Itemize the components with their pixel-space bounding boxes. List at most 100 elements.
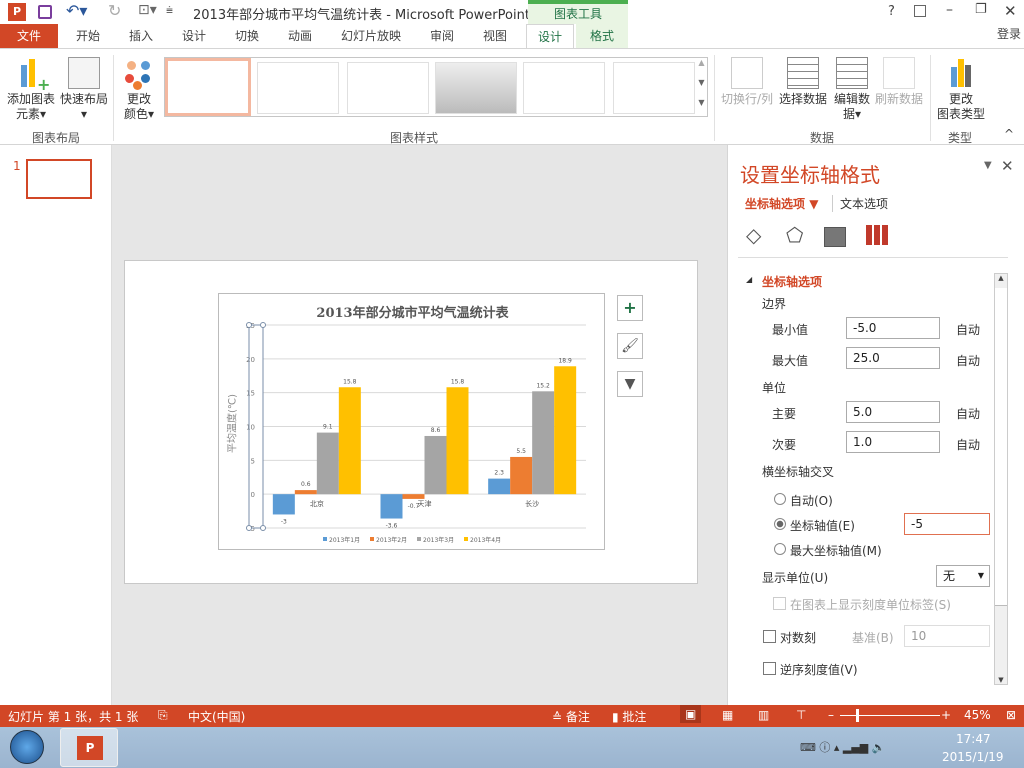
slideshow-icon[interactable]: ⊤ xyxy=(796,708,806,722)
help-button[interactable]: ? xyxy=(888,4,895,19)
tab-file[interactable]: 文件 xyxy=(0,24,58,48)
min-auto-button[interactable]: 自动 xyxy=(956,321,980,338)
pane-close-icon[interactable]: ✕ xyxy=(1001,157,1014,175)
max-input[interactable]: 25.0 xyxy=(846,347,940,369)
size-properties-icon[interactable] xyxy=(824,227,846,247)
fit-to-window-icon[interactable]: ⊠ xyxy=(1006,708,1016,722)
legend-label: 2013年2月 xyxy=(376,536,407,544)
section-axis-options[interactable]: 坐标轴选项 xyxy=(762,273,822,290)
tab-animations[interactable]: 动画 xyxy=(274,24,326,48)
chart-filter-button[interactable]: ▼ xyxy=(617,371,643,397)
change-chart-type-button[interactable]: 更改 图表类型 xyxy=(932,57,990,122)
display-units-select[interactable]: 无 ▼ xyxy=(936,565,990,587)
restore-button[interactable]: ❐ xyxy=(975,2,987,17)
cross-value-radio[interactable] xyxy=(774,518,786,530)
pane-options-dropdown-icon[interactable]: ▼ xyxy=(984,160,992,171)
minor-auto-button[interactable]: 自动 xyxy=(956,436,980,453)
chart-styles-brush-button[interactable]: 🖌 xyxy=(617,333,643,359)
reading-view-icon[interactable]: ▥ xyxy=(758,708,769,722)
major-auto-button[interactable]: 自动 xyxy=(956,405,980,422)
chart-style-3[interactable] xyxy=(347,62,429,114)
language[interactable]: 中文(中国) xyxy=(188,708,245,725)
quick-layout-button[interactable]: 快速布局 ▾ xyxy=(58,57,110,122)
close-button[interactable]: ✕ xyxy=(1004,2,1017,20)
minor-input[interactable]: 1.0 xyxy=(846,431,940,453)
select-data-button[interactable]: 选择数据 xyxy=(776,57,830,107)
tab-design[interactable]: 设计 xyxy=(168,24,220,48)
chart[interactable]: -50510152025-30.69.115.8北京-3.6-0.78.615.… xyxy=(218,293,605,550)
slide-number: 1 xyxy=(13,159,21,173)
pane-scrollbar[interactable]: ▲ ▼ xyxy=(994,273,1008,685)
y-axis-title[interactable]: 平均温度(℃) xyxy=(224,384,239,464)
cross-max-radio[interactable] xyxy=(774,543,786,555)
tab-text-options[interactable]: 文本选项 xyxy=(832,195,888,212)
tray-icons[interactable]: ⌨ ⓘ ▴ ▂▄▆ 🔈 xyxy=(800,739,885,755)
spell-check-icon[interactable]: ⎘ xyxy=(158,708,168,723)
minimize-button[interactable]: – xyxy=(946,2,953,18)
cross-value-input[interactable]: -5 xyxy=(904,513,990,535)
cross-value-label[interactable]: 坐标轴值(E) xyxy=(790,517,855,534)
zoom-level[interactable]: 45% xyxy=(964,708,991,722)
chart-style-4[interactable] xyxy=(435,62,517,114)
log-scale-label[interactable]: 对数刻 xyxy=(780,629,816,646)
gallery-more-icon[interactable]: ▼ xyxy=(695,98,708,116)
slideshow-start-icon[interactable]: ⊡▾ xyxy=(138,2,157,18)
slide-sorter-icon[interactable]: ▦ xyxy=(722,708,733,722)
collapse-ribbon-icon[interactable]: ^ xyxy=(1004,127,1014,141)
zoom-out-button[interactable]: – xyxy=(828,708,834,722)
login-link[interactable]: 登录 xyxy=(994,22,1024,46)
tab-axis-options[interactable]: 坐标轴选项 ▼ xyxy=(745,195,818,212)
chart-elements-button[interactable]: + xyxy=(617,295,643,321)
add-chart-element-button[interactable]: + 添加图表 元素▾ xyxy=(4,57,58,122)
log-scale-checkbox[interactable] xyxy=(763,630,776,643)
ribbon-display-options-icon[interactable] xyxy=(914,5,926,17)
gallery-scroll-down-icon[interactable]: ▼ xyxy=(695,78,708,97)
reverse-order-label[interactable]: 逆序刻度值(V) xyxy=(780,661,858,678)
fill-line-icon[interactable]: ◇ xyxy=(746,223,761,247)
gallery-scroll-up-icon[interactable]: ▲ xyxy=(695,58,708,77)
tab-chart-format[interactable]: 格式 xyxy=(576,24,628,48)
undo-icon[interactable]: ↶▾ xyxy=(66,1,87,20)
notes-button[interactable]: ≙ 备注 xyxy=(552,708,590,725)
cross-max-label[interactable]: 最大坐标轴值(M) xyxy=(790,542,882,559)
chart-style-2[interactable] xyxy=(257,62,339,114)
bar xyxy=(488,478,511,495)
tab-review[interactable]: 审阅 xyxy=(416,24,468,48)
tab-chart-design[interactable]: 设计 xyxy=(526,24,574,49)
major-input[interactable]: 5.0 xyxy=(846,401,940,423)
section-collapse-icon[interactable]: ◢ xyxy=(746,275,752,284)
title-bar: P ↶▾ ↻ ⊡▾ ⩧ 2013年部分城市平均气温统计表 - Microsoft… xyxy=(0,0,1024,24)
tab-home[interactable]: 开始 xyxy=(62,24,114,48)
cross-auto-label[interactable]: 自动(O) xyxy=(790,492,833,509)
normal-view-icon[interactable]: ▣ xyxy=(680,705,702,723)
tab-insert[interactable]: 插入 xyxy=(116,24,166,48)
max-auto-button[interactable]: 自动 xyxy=(956,352,980,369)
start-button[interactable] xyxy=(10,730,44,764)
chart-style-6[interactable] xyxy=(613,62,695,114)
chart-style-5[interactable] xyxy=(523,62,605,114)
data-label: 15.8 xyxy=(451,378,465,385)
axis-options-icon[interactable] xyxy=(866,225,888,245)
tab-transitions[interactable]: 切换 xyxy=(222,24,272,48)
slide-thumbnail[interactable] xyxy=(26,159,92,199)
chart-title[interactable]: 2013年部分城市平均气温统计表 xyxy=(219,302,606,321)
minor-label: 次要 xyxy=(772,438,797,452)
reverse-order-checkbox[interactable] xyxy=(763,662,776,675)
customize-qat-icon[interactable]: ⩧ xyxy=(166,3,173,18)
taskbar-powerpoint[interactable]: P xyxy=(60,728,118,767)
clock-time[interactable]: 17:47 xyxy=(956,732,991,746)
comments-button[interactable]: ▮ 批注 xyxy=(612,708,646,725)
redo-icon[interactable]: ↻ xyxy=(108,1,121,20)
clock-date[interactable]: 2015/1/19 xyxy=(942,750,1004,764)
zoom-slider[interactable] xyxy=(840,709,940,722)
tab-view[interactable]: 视图 xyxy=(470,24,520,48)
zoom-in-button[interactable]: + xyxy=(941,708,951,722)
cross-auto-radio[interactable] xyxy=(774,493,786,505)
tab-slideshow[interactable]: 幻灯片放映 xyxy=(330,24,412,48)
chart-style-1[interactable] xyxy=(165,58,251,116)
save-icon[interactable] xyxy=(38,5,52,19)
min-input[interactable]: -5.0 xyxy=(846,317,940,339)
edit-data-button[interactable]: 编辑数 据▾ xyxy=(830,57,874,122)
effects-icon[interactable]: ⬠ xyxy=(786,223,803,247)
change-colors-button[interactable]: 更改 颜色▾ xyxy=(118,57,160,122)
